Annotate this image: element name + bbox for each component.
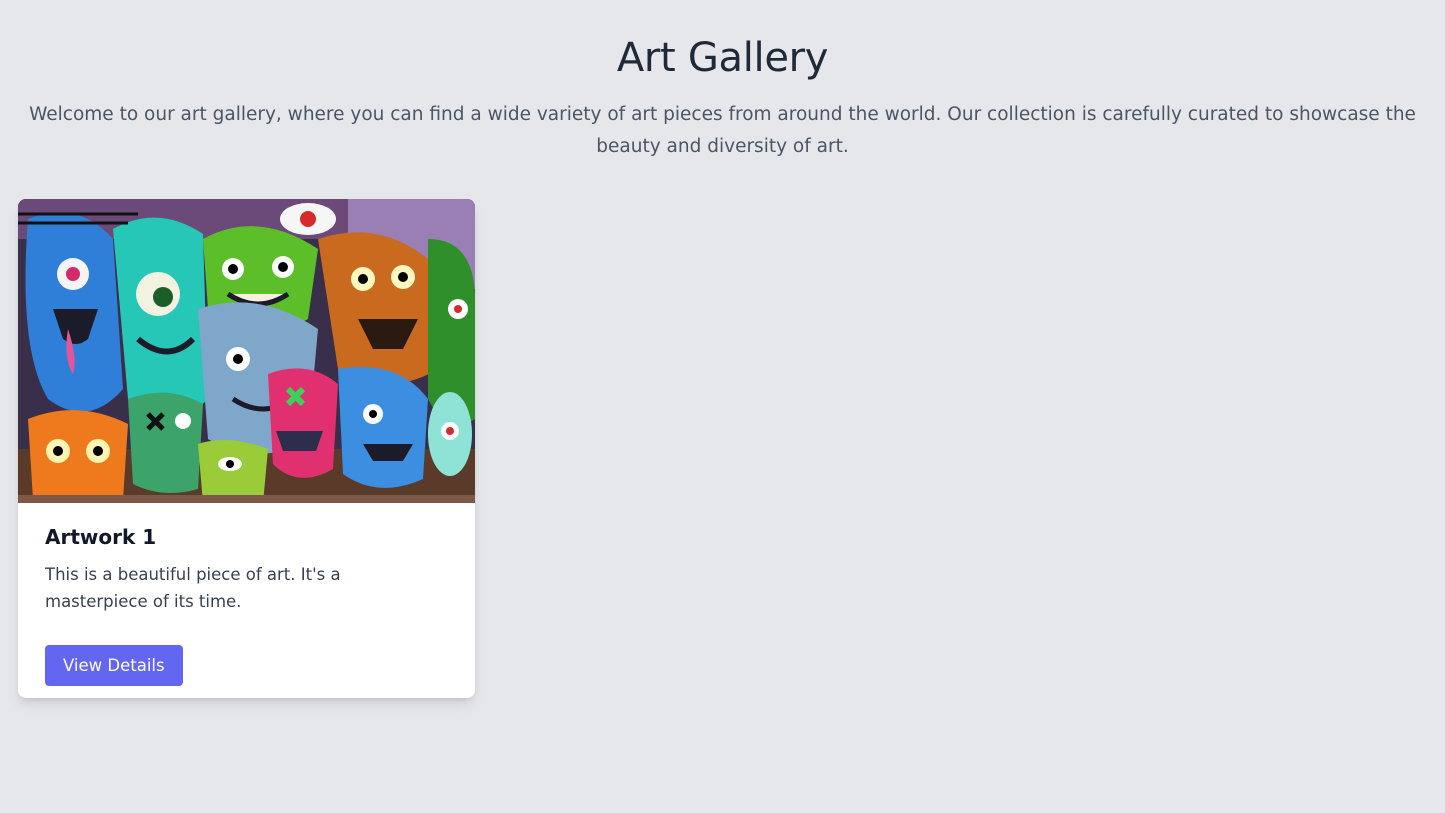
page-header: Art Gallery Welcome to our art gallery, … bbox=[0, 0, 1445, 163]
page-subtitle: Welcome to our art gallery, where you ca… bbox=[29, 104, 1416, 157]
artwork-title: Artwork 1 bbox=[45, 525, 157, 549]
view-details-button[interactable]: View Details bbox=[45, 645, 183, 686]
artwork-image[interactable] bbox=[18, 199, 475, 503]
artwork-description: This is a beautiful piece of art. It's a… bbox=[45, 565, 341, 611]
page-title: Art Gallery bbox=[616, 35, 829, 81]
artwork-card-body: Artwork 1 This is a beautiful piece of a… bbox=[18, 503, 475, 686]
artwork-card: Artwork 1 This is a beautiful piece of a… bbox=[18, 199, 475, 698]
gallery-grid: Artwork 1 This is a beautiful piece of a… bbox=[18, 199, 475, 698]
page: Art Gallery Welcome to our art gallery, … bbox=[0, 0, 1445, 813]
